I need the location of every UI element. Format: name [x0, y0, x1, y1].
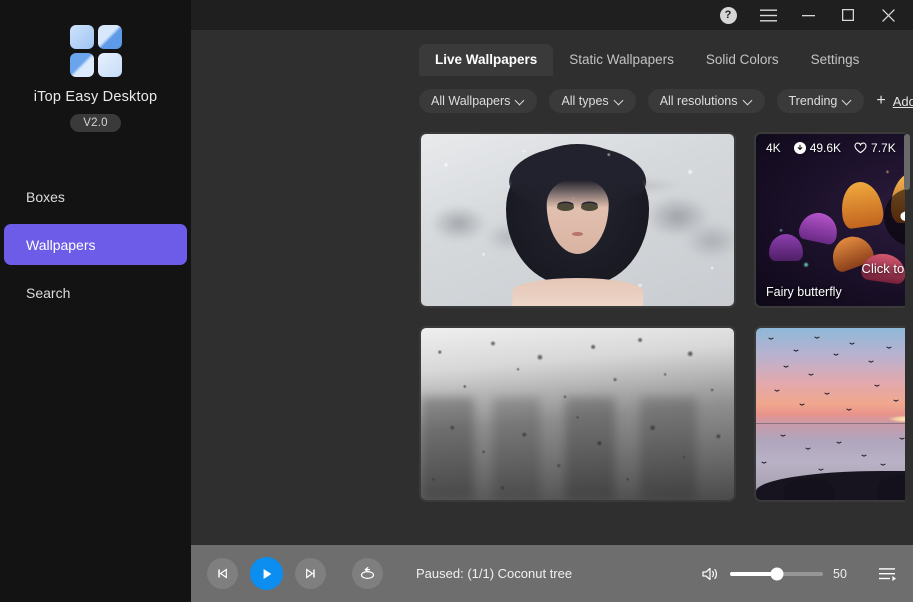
help-icon: ?	[720, 7, 737, 24]
download-count-label: 49.6K	[810, 141, 841, 155]
itop-grid-logo-icon	[70, 25, 122, 77]
filter-all-resolutions[interactable]: All resolutions	[648, 89, 765, 113]
logo-tile-3	[70, 53, 94, 77]
filter-bar: All Wallpapers All types All resolutions…	[419, 89, 891, 113]
player-bar: Paused: (1/1) Coconut tree 50	[191, 545, 913, 602]
main-content: ?	[191, 0, 913, 602]
plus-icon: +	[876, 93, 885, 109]
like-count: 7.7K	[854, 141, 896, 155]
tab-settings[interactable]: Settings	[795, 44, 876, 76]
maximize-button[interactable]	[829, 0, 867, 30]
sidebar-item-label: Boxes	[26, 189, 65, 205]
wallpaper-card-fairy-butterfly[interactable]: 4K 49.6K	[754, 132, 905, 308]
filter-label: All resolutions	[660, 94, 738, 108]
content-scrollbar[interactable]	[904, 134, 910, 538]
tab-label: Live Wallpapers	[435, 52, 537, 67]
sidebar-item-wallpapers[interactable]: Wallpapers	[4, 224, 187, 265]
version-badge: V2.0	[70, 114, 120, 132]
volume-slider[interactable]	[730, 572, 823, 576]
tab-static-wallpapers[interactable]: Static Wallpapers	[553, 44, 690, 76]
volume-button[interactable]	[701, 566, 720, 582]
play-button[interactable]	[250, 557, 283, 590]
maximize-icon	[842, 9, 854, 21]
volume-slider-knob[interactable]	[770, 567, 783, 580]
sidebar-item-label: Search	[26, 285, 70, 301]
filter-label: All Wallpapers	[431, 94, 510, 108]
heart-icon	[854, 142, 867, 154]
repeat-button[interactable]	[352, 558, 383, 589]
filter-label: Trending	[789, 94, 838, 108]
wallpaper-thumbnail	[421, 134, 734, 306]
wallpaper-title: Fairy butterfly	[766, 285, 842, 299]
playlist-button[interactable]	[879, 567, 897, 581]
chevron-down-icon	[615, 96, 624, 105]
scrollbar-thumb[interactable]	[904, 134, 910, 190]
wallpaper-card[interactable]	[419, 132, 736, 308]
tab-bar: Live Wallpapers Static Wallpapers Solid …	[419, 44, 875, 76]
logo-tile-1	[70, 25, 94, 49]
player-status-text: Paused: (1/1) Coconut tree	[416, 566, 572, 581]
version-container: V2.0	[0, 114, 191, 132]
sidebar-item-boxes[interactable]: Boxes	[4, 176, 187, 217]
volume-value: 50	[833, 567, 855, 581]
filter-all-types[interactable]: All types	[549, 89, 635, 113]
wallpaper-card[interactable]	[419, 326, 736, 502]
wallpaper-stats: 4K 49.6K	[766, 141, 896, 155]
previous-track-icon	[216, 567, 229, 580]
tab-label: Solid Colors	[706, 52, 779, 67]
logo-tile-2	[98, 25, 122, 49]
window-titlebar: ?	[191, 0, 913, 30]
chevron-down-icon	[843, 96, 852, 105]
tab-label: Settings	[811, 52, 860, 67]
wallpaper-card[interactable]	[754, 326, 905, 502]
wallpaper-grid: 4K 49.6K	[419, 132, 905, 502]
download-button[interactable]	[884, 188, 906, 246]
filter-trending[interactable]: Trending	[777, 89, 865, 113]
minimize-icon	[802, 9, 815, 22]
download-icon	[794, 142, 806, 154]
app-window: iTop Easy Desktop V2.0 Boxes Wallpapers …	[0, 0, 913, 602]
chevron-down-icon	[744, 96, 753, 105]
download-hint-text: Click to download	[862, 261, 905, 276]
add-wallpaper-button[interactable]: + Add	[876, 93, 913, 109]
sidebar-nav: Boxes Wallpapers Search	[0, 176, 191, 313]
volume-control: 50	[701, 566, 897, 582]
download-count: 49.6K	[794, 141, 841, 155]
logo-container	[0, 25, 191, 77]
quality-badge: 4K	[766, 141, 781, 155]
next-button[interactable]	[295, 558, 326, 589]
repeat-icon	[359, 566, 376, 581]
sidebar-item-search[interactable]: Search	[4, 272, 187, 313]
tab-live-wallpapers[interactable]: Live Wallpapers	[419, 44, 553, 76]
wallpaper-grid-area: 4K 49.6K	[419, 132, 905, 540]
hamburger-menu-icon	[760, 9, 777, 22]
minimize-button[interactable]	[789, 0, 827, 30]
wallpaper-thumbnail	[421, 328, 734, 500]
help-button[interactable]: ?	[709, 0, 747, 30]
filter-all-wallpapers[interactable]: All Wallpapers	[419, 89, 537, 113]
add-button-label: Add	[893, 94, 913, 109]
next-track-icon	[304, 567, 317, 580]
play-icon	[260, 567, 274, 581]
playlist-icon	[879, 567, 897, 581]
logo-tile-4	[98, 53, 122, 77]
wallpaper-hover-overlay: 4K 49.6K	[756, 134, 905, 306]
close-icon	[882, 9, 895, 22]
sidebar: iTop Easy Desktop V2.0 Boxes Wallpapers …	[0, 0, 191, 602]
chevron-down-icon	[516, 96, 525, 105]
tab-solid-colors[interactable]: Solid Colors	[690, 44, 795, 76]
wallpaper-thumbnail	[756, 328, 905, 500]
sidebar-item-label: Wallpapers	[26, 237, 96, 253]
like-count-label: 7.7K	[871, 141, 896, 155]
close-button[interactable]	[869, 0, 907, 30]
filter-label: All types	[561, 94, 608, 108]
tab-label: Static Wallpapers	[569, 52, 674, 67]
menu-button[interactable]	[749, 0, 787, 30]
app-title: iTop Easy Desktop	[0, 89, 191, 105]
previous-button[interactable]	[207, 558, 238, 589]
volume-icon	[701, 566, 720, 582]
